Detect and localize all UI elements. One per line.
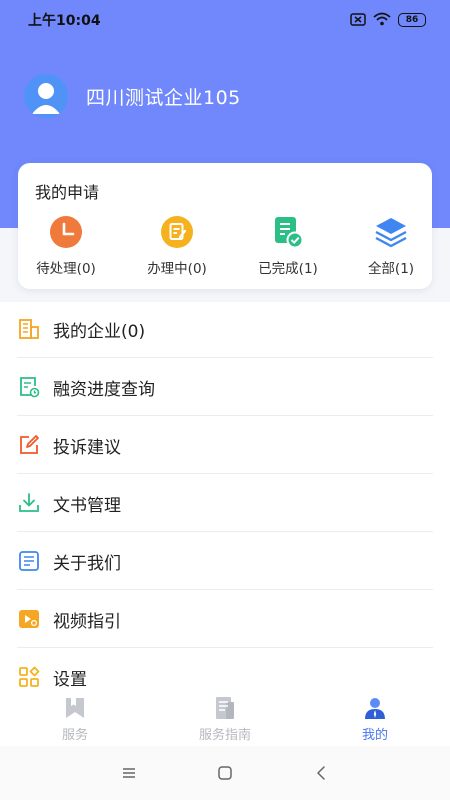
status-icons: 86 [350,11,426,30]
status-pending[interactable]: 待处理(0) [16,215,116,277]
status-completed[interactable]: 已完成(1) [238,215,338,277]
tab-service-label: 服务 [61,728,88,743]
menu-label: 融资进度查询 [53,379,155,400]
home-square-icon[interactable] [213,761,237,785]
tab-service[interactable]: 服务 [0,690,150,746]
building-icon [17,317,41,341]
company-name: 四川测试企业105 [86,86,241,109]
layers-icon [374,215,408,249]
menu-label: 关于我们 [53,553,121,574]
tab-mine-label: 我的 [361,728,388,743]
menu-label: 我的企业(0) [53,321,146,342]
my-applications-card: 我的申请 待处理(0) 办理中(0) 已完成(1) 全部(1) [18,163,432,289]
status-completed-label: 已完成(1) [258,261,318,277]
download-icon [17,491,41,515]
user-avatar-icon[interactable] [24,74,68,118]
battery-level: 86 [405,14,419,25]
status-all[interactable]: 全部(1) [341,215,441,277]
menu-my-enterprise[interactable]: 我的企业(0) [0,300,450,358]
status-pending-label: 待处理(0) [36,261,96,277]
progress-query-icon [17,375,41,399]
menu-label: 设置 [53,669,87,690]
tab-mine[interactable]: 我的 [300,690,450,746]
menu-label: 视频指引 [53,611,121,632]
back-chevron-icon[interactable] [309,761,333,785]
card-title: 我的申请 [35,183,100,202]
menu-complaints[interactable]: 投诉建议 [0,416,450,474]
video-icon [17,607,41,631]
status-all-label: 全部(1) [367,261,415,277]
edit-pen-icon [17,433,41,457]
menu-label: 投诉建议 [53,437,121,458]
clock-icon [49,215,83,249]
menu-about-us[interactable]: 关于我们 [0,532,450,590]
status-processing[interactable]: 办理中(0) [127,215,227,277]
status-processing-label: 办理中(0) [147,261,207,277]
guide-document-icon [212,695,238,721]
settings-grid-icon [17,665,41,689]
system-navigation-bar [0,746,450,800]
status-bar: 上午10:04 86 [0,0,450,40]
battery-icon: 86 [398,13,426,27]
menu-list: 我的企业(0) 融资进度查询 投诉建议 文书管理 关于我们 视频指引 设置 [0,300,450,706]
service-bookmark-icon [62,695,88,721]
bottom-tab-bar: 服务 服务指南 我的 [0,690,450,746]
status-time: 上午10:04 [28,13,101,29]
profile-header[interactable]: 四川测试企业105 [24,74,241,118]
tab-service-guide-label: 服务指南 [198,728,251,743]
wifi-icon [373,11,391,30]
tab-service-guide[interactable]: 服务指南 [150,690,300,746]
menu-label: 文书管理 [53,495,121,516]
document-check-icon [271,215,305,249]
sim-x-icon [350,11,366,30]
profile-person-icon [362,695,388,721]
menu-video-guide[interactable]: 视频指引 [0,590,450,648]
edit-document-icon [160,215,194,249]
menu-lines-icon[interactable] [117,761,141,785]
about-list-icon [17,549,41,573]
menu-financing-progress[interactable]: 融资进度查询 [0,358,450,416]
menu-documents[interactable]: 文书管理 [0,474,450,532]
